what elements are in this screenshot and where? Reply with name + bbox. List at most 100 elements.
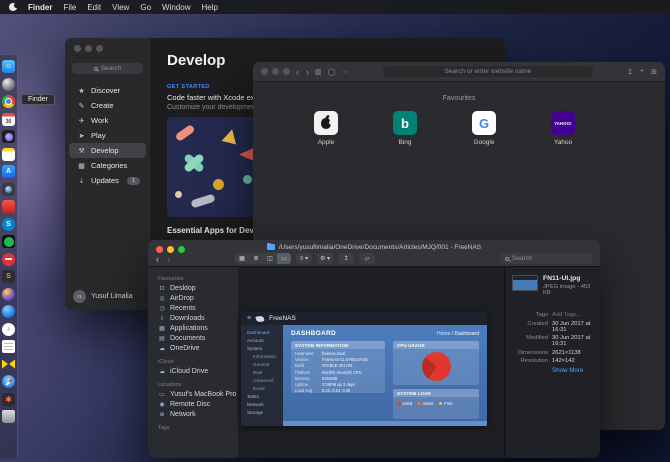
itunes-icon[interactable]: ♪ bbox=[2, 323, 15, 336]
notes-icon[interactable] bbox=[2, 148, 15, 161]
menu-item[interactable]: Edit bbox=[87, 3, 101, 12]
zoom-button[interactable] bbox=[283, 68, 290, 75]
show-more-link[interactable]: Show More bbox=[512, 367, 593, 374]
back-button[interactable]: ‹ bbox=[156, 254, 159, 264]
app-store-search-field[interactable]: Search bbox=[72, 63, 143, 74]
menu-item[interactable]: Go bbox=[140, 3, 151, 12]
apple-menu-icon[interactable] bbox=[9, 3, 17, 11]
app-store-nav-item[interactable]: ▦ Categories bbox=[69, 158, 146, 173]
gray-sphere-app-icon[interactable] bbox=[2, 78, 15, 91]
close-button[interactable] bbox=[156, 246, 163, 253]
menu-item[interactable]: Window bbox=[162, 3, 190, 12]
app-store-nav-item[interactable]: ➤ Play bbox=[69, 128, 146, 143]
freenas-navbar: ≡ FreeNAS bbox=[241, 312, 487, 325]
file-thumbnail[interactable] bbox=[512, 275, 538, 291]
file-metadata: Tags Add Tags... Created 30 Jun 2017 at … bbox=[512, 312, 593, 364]
finder-sidebar-entry[interactable]: Tags bbox=[148, 425, 238, 431]
view-segment[interactable]: ▭ bbox=[277, 253, 291, 264]
zoom-button[interactable] bbox=[96, 45, 103, 52]
trash-icon[interactable] bbox=[2, 410, 15, 423]
menu-item[interactable]: Help bbox=[201, 3, 217, 12]
finder-sidebar-entry[interactable]: Locations bbox=[148, 382, 238, 388]
minimize-button[interactable] bbox=[167, 246, 174, 253]
forward-button[interactable]: › bbox=[167, 254, 170, 264]
blue-sphere-app-icon[interactable] bbox=[2, 305, 15, 318]
new-tab-icon[interactable]: + bbox=[640, 68, 644, 76]
view-segment[interactable]: ▦ bbox=[235, 253, 249, 264]
finder-search-field[interactable]: Search bbox=[500, 253, 592, 264]
safari-icon[interactable] bbox=[2, 375, 15, 388]
favourite-item[interactable]: Apple bbox=[303, 111, 349, 146]
share-button[interactable]: ↥ bbox=[338, 253, 354, 264]
freenas-sidebar: DashboardAccountSystemInformationGeneral… bbox=[241, 325, 283, 426]
tags-button[interactable]: ▱ bbox=[359, 253, 375, 264]
group-button[interactable]: ≡ ▾ bbox=[296, 253, 312, 264]
app-store-nav-item[interactable]: ✎ Create bbox=[69, 98, 146, 113]
no-entry-app-icon[interactable] bbox=[2, 253, 15, 266]
forward-button[interactable]: › bbox=[306, 67, 309, 77]
finder-sidebar-entry[interactable]: ▦ Applications bbox=[148, 323, 238, 333]
finder-content: ≡ FreeNAS DashboardAccountSystemInformat… bbox=[238, 267, 504, 458]
minimize-button[interactable] bbox=[85, 45, 92, 52]
panel-title: SYSTEM INFORMATION bbox=[291, 341, 385, 349]
finder-sidebar-entry[interactable]: ☁ iCloud Drive bbox=[148, 366, 238, 376]
app-store-nav-item[interactable]: ★ Discover bbox=[69, 83, 146, 98]
finder-sidebar-entry[interactable]: ◎ AirDrop bbox=[148, 293, 238, 303]
favourite-item[interactable]: YAHOO! Yahoo bbox=[540, 111, 586, 146]
menu-item[interactable]: View bbox=[112, 3, 129, 12]
tab-overview-icon[interactable]: ⊞ bbox=[651, 68, 657, 76]
minimize-button[interactable] bbox=[272, 68, 279, 75]
legend-dot bbox=[439, 402, 443, 406]
multicolor-sphere-app-icon[interactable] bbox=[2, 288, 15, 301]
zoom-button[interactable] bbox=[178, 246, 185, 253]
chrome-icon[interactable] bbox=[2, 95, 15, 108]
close-button[interactable] bbox=[74, 45, 81, 52]
artwork-shape bbox=[190, 193, 215, 208]
finder-sidebar-entry[interactable]: ☁ OneDrive bbox=[148, 343, 238, 353]
app-store-icon[interactable]: A bbox=[2, 165, 15, 178]
finder-sidebar-entry[interactable]: ⇩ Downloads bbox=[148, 313, 238, 323]
skype-icon[interactable]: S bbox=[2, 218, 15, 231]
account-name: Yusuf Limalia bbox=[91, 293, 133, 300]
calendar-icon[interactable]: 30 bbox=[2, 113, 15, 126]
finder-sidebar-entry[interactable]: ▤ Documents bbox=[148, 333, 238, 343]
address-bar[interactable]: Search or enter website name bbox=[383, 66, 593, 77]
metadata-row: Dimensions 2621×1138 bbox=[512, 350, 593, 356]
photo-booth-icon[interactable] bbox=[2, 183, 15, 196]
sublime-text-icon[interactable]: S bbox=[2, 270, 15, 283]
finder-sidebar-entry[interactable]: ⊡ Desktop bbox=[148, 283, 238, 293]
app-store-nav-item[interactable]: ✈ Work bbox=[69, 113, 146, 128]
butterfly-app-icon[interactable] bbox=[2, 358, 15, 371]
finder-sidebar-entry[interactable]: Favourites bbox=[148, 276, 238, 282]
menu-item[interactable]: File bbox=[63, 3, 76, 12]
freenas-nav-item: Information bbox=[241, 352, 283, 360]
finder-sidebar-entry[interactable]: ▭ Yusuf's MacBook Pro bbox=[148, 389, 238, 399]
more-icon[interactable]: ⋯ bbox=[341, 68, 348, 76]
app-store-nav-item[interactable]: ⚒ Develop bbox=[69, 143, 146, 158]
siri-icon[interactable] bbox=[2, 130, 15, 143]
finder-sidebar-entry[interactable]: iCloud bbox=[148, 359, 238, 365]
textedit-icon[interactable] bbox=[2, 340, 15, 353]
photos-dark-app-icon[interactable]: ✱ bbox=[2, 393, 15, 406]
back-button[interactable]: ‹ bbox=[296, 67, 299, 77]
view-segment[interactable]: ≣ bbox=[249, 253, 263, 264]
app-store-nav-item[interactable]: ⇣ Updates 1 bbox=[69, 173, 146, 188]
finder-sidebar-entry[interactable]: ⊕ Network bbox=[148, 409, 238, 419]
spotify-icon[interactable] bbox=[2, 235, 15, 248]
favourite-item[interactable]: b Bing bbox=[382, 111, 428, 146]
red-app-icon[interactable] bbox=[2, 200, 15, 213]
share-icon[interactable]: ↥ bbox=[627, 68, 633, 76]
favourite-item[interactable]: G Google bbox=[461, 111, 507, 146]
action-button[interactable]: ⚙ ▾ bbox=[317, 253, 333, 264]
finder-sidebar-entry[interactable]: ◉ Remote Disc bbox=[148, 399, 238, 409]
finder-icon[interactable]: ☺ bbox=[2, 60, 15, 73]
file-preview-image[interactable]: ≡ FreeNAS DashboardAccountSystemInformat… bbox=[241, 312, 487, 426]
reader-icon[interactable]: ◯ bbox=[328, 68, 336, 76]
account-row[interactable]: YL Yusuf Limalia bbox=[73, 290, 133, 303]
view-segment[interactable]: ◫ bbox=[263, 253, 277, 264]
close-button[interactable] bbox=[261, 68, 268, 75]
menu-app-name[interactable]: Finder bbox=[28, 3, 52, 12]
finder-window: /Users/yusuflimalia/OneDrive/Documents/A… bbox=[148, 240, 600, 458]
sidebar-toggle-icon[interactable]: ▥ bbox=[315, 68, 322, 76]
finder-sidebar-entry[interactable]: ◷ Recents bbox=[148, 303, 238, 313]
